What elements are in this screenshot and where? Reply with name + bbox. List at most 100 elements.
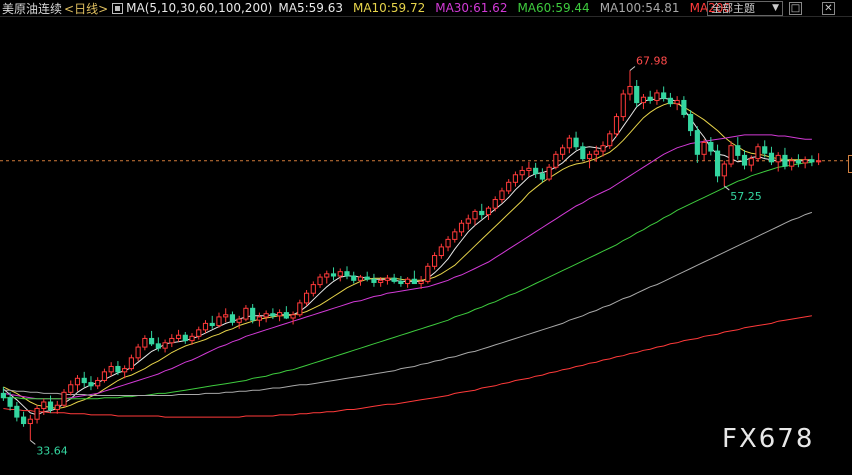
- candle-body: [223, 314, 229, 318]
- candle-body: [196, 329, 202, 337]
- close-button[interactable]: ✕: [822, 2, 835, 15]
- ma-line-ma30: [3, 134, 812, 400]
- candle-body: [270, 313, 276, 317]
- candle-body: [755, 146, 761, 160]
- candle-body: [499, 190, 505, 201]
- candle-body: [566, 137, 572, 149]
- candle-body: [607, 133, 613, 147]
- candle-body: [290, 314, 296, 319]
- candle-body: [802, 159, 808, 164]
- candle-body: [391, 277, 397, 282]
- candle-body: [661, 92, 667, 99]
- watermark-logo: FX678: [722, 424, 815, 454]
- period-label[interactable]: <日线>: [64, 0, 108, 17]
- ma10-value: MA10:59.72: [352, 1, 426, 15]
- theme-dropdown[interactable]: 全部主题 ▼: [707, 1, 783, 16]
- candle-body: [357, 276, 364, 281]
- candle-body: [479, 210, 485, 216]
- candle-body: [708, 141, 714, 152]
- candle-body: [445, 238, 451, 248]
- candle-body: [236, 318, 242, 323]
- candle-body: [189, 335, 195, 342]
- candle-body: [613, 116, 620, 135]
- candle-body: [735, 145, 741, 156]
- candle-body: [438, 246, 444, 257]
- annotation-low-label: 57.25: [730, 190, 762, 203]
- candle-body: [526, 167, 532, 171]
- candle-body: [384, 277, 391, 281]
- candle-body: [512, 174, 519, 183]
- candle-body: [283, 312, 289, 319]
- annotation-pointer: [629, 66, 636, 71]
- candle-body: [465, 218, 471, 224]
- candle-body: [431, 255, 438, 267]
- candle-body: [27, 418, 33, 425]
- candle-body: [344, 271, 350, 277]
- candlestick-chart[interactable]: 67.98 57.25 33.64: [0, 18, 852, 475]
- candle-body: [458, 222, 465, 233]
- candle-body: [330, 273, 337, 277]
- candle-body: [398, 280, 404, 285]
- candle-body: [586, 153, 593, 160]
- price-marker-edge: [848, 155, 852, 173]
- annotation-pointer: [30, 439, 36, 445]
- candle-body: [209, 322, 215, 327]
- ma-params: MA(5,10,30,60,100,200): [126, 1, 273, 15]
- candle-body: [175, 334, 182, 339]
- candle-body: [472, 210, 478, 220]
- candle-body: [297, 302, 303, 316]
- candle-body: [775, 154, 781, 163]
- candle-body: [351, 275, 357, 281]
- candle-body: [573, 137, 579, 148]
- candle-body: [782, 154, 788, 167]
- candle-body: [768, 152, 775, 163]
- candle-body: [337, 271, 343, 277]
- indicator-settings-icon[interactable]: [112, 2, 124, 14]
- instrument-title: 美原油连续: [2, 1, 63, 16]
- candle-body: [182, 334, 188, 342]
- candle-body: [485, 207, 492, 216]
- candle-body: [108, 365, 114, 373]
- candle-body: [34, 407, 40, 420]
- candle-body: [7, 397, 13, 407]
- candle-body: [0, 392, 6, 399]
- candle-body: [816, 160, 822, 163]
- maximize-button[interactable]: □: [789, 2, 802, 15]
- candle-body: [674, 99, 680, 105]
- candle-body: [654, 92, 660, 101]
- ma-line-ma10: [3, 102, 812, 410]
- candle-body: [519, 169, 525, 176]
- candle-body: [533, 167, 539, 175]
- candle-body: [748, 158, 754, 166]
- candle-body: [277, 312, 283, 317]
- candle-body: [142, 337, 148, 348]
- candle-body: [580, 146, 586, 160]
- candle-body: [243, 307, 249, 320]
- candle-body: [728, 145, 734, 165]
- candle-body: [216, 316, 222, 327]
- candle-body: [681, 99, 687, 115]
- candle-body: [364, 276, 370, 280]
- candle-body: [310, 284, 316, 294]
- candle-body: [647, 96, 653, 101]
- candle-body: [135, 346, 141, 359]
- candle-body: [68, 384, 74, 393]
- candle-body: [317, 276, 323, 286]
- chart-svg: 67.98 57.25 33.64: [0, 55, 848, 457]
- ma30-value: MA30:61.62: [435, 1, 508, 15]
- candle-body: [101, 371, 108, 381]
- candle-body: [667, 97, 673, 105]
- candle-body: [74, 377, 81, 386]
- candle-body: [41, 401, 47, 409]
- candle-body: [640, 96, 647, 104]
- candle-body: [162, 342, 168, 349]
- candle-body: [14, 405, 20, 418]
- chart-header: 美原油连续 <日线> MA(5,10,30,60,100,200) MA5:59…: [0, 0, 852, 17]
- candle-body: [229, 314, 236, 323]
- candle-body: [634, 85, 640, 104]
- candle-body: [627, 85, 633, 95]
- candle-body: [411, 278, 417, 285]
- theme-dropdown-label: 全部主题: [711, 2, 755, 15]
- annotation-high-label: 67.98: [636, 55, 668, 68]
- candle-body: [546, 166, 552, 180]
